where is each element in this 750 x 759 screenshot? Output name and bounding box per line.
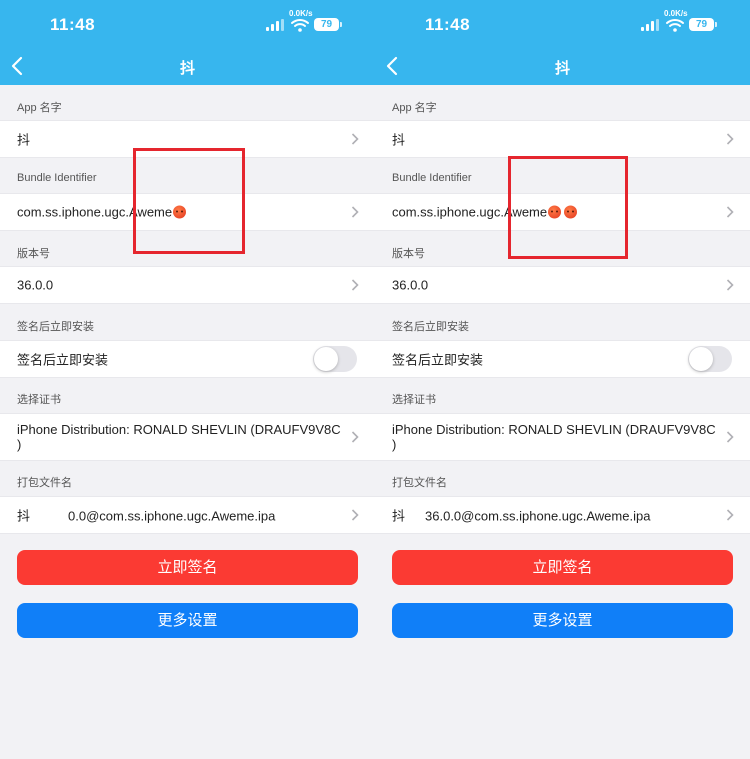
certificate-row[interactable]: iPhone Distribution: RONALD SHEVLIN (DRA… — [375, 413, 750, 461]
bundle-identifier-row[interactable]: com.ss.iphone.ugc.Aweme — [0, 193, 375, 231]
nav-bar: 抖 — [375, 48, 750, 85]
package-filename-text: 0.0@com.ss.iphone.ugc.Aweme.ipa — [68, 508, 276, 524]
page-title: 抖 — [179, 60, 195, 77]
install-after-sign-row: 签名后立即安装 — [0, 340, 375, 378]
install-after-sign-label: 签名后立即安装 — [17, 321, 94, 333]
angry-face-icon — [548, 205, 562, 219]
certificate-label: 选择证书 — [17, 394, 61, 406]
package-filename-prefix: 抖 — [17, 508, 31, 524]
sign-now-button[interactable]: 立即签名 — [17, 550, 358, 585]
install-after-sign-toggle[interactable] — [688, 346, 732, 372]
package-filename-value: 抖 36.0.0@com.ss.iphone.ugc.Aweme.ipa — [392, 506, 650, 525]
version-value: 36.0.0 — [392, 277, 429, 293]
chevron-right-icon — [726, 431, 734, 443]
toggle-knob — [689, 347, 713, 371]
bundle-identifier-text: com.ss.iphone.ugc.Aweme — [17, 204, 173, 220]
install-after-sign-text: 签名后立即安装 — [392, 352, 484, 368]
version-label: 版本号 — [17, 248, 50, 260]
bundle-identifier-row[interactable]: com.ss.iphone.ugc.Aweme — [375, 193, 750, 231]
install-after-sign-toggle[interactable] — [313, 346, 357, 372]
install-after-sign-row: 签名后立即安装 — [375, 340, 750, 378]
package-filename-label: 打包文件名 — [17, 477, 72, 489]
page-title: 抖 — [554, 60, 570, 77]
certificate-value: iPhone Distribution: RONALD SHEVLIN (DRA… — [17, 422, 341, 452]
install-after-sign-label: 签名后立即安装 — [392, 321, 469, 333]
version-value: 36.0.0 — [17, 277, 54, 293]
more-settings-button[interactable]: 更多设置 — [17, 603, 358, 638]
chevron-right-icon — [726, 206, 734, 218]
chevron-right-icon — [351, 509, 359, 521]
chevron-right-icon — [726, 279, 734, 291]
status-bar: 11:48 0.0K/s 79 — [375, 0, 750, 48]
install-after-sign-text: 签名后立即安装 — [17, 352, 109, 368]
chevron-right-icon — [726, 509, 734, 521]
bundle-identifier-value: com.ss.iphone.ugc.Aweme — [17, 204, 187, 220]
battery-icon: 79 — [314, 18, 342, 31]
version-row[interactable]: 36.0.0 — [0, 266, 375, 304]
network-speed: 0.0K/s — [289, 9, 313, 18]
cellular-signal-icon — [641, 19, 659, 31]
certificate-row[interactable]: iPhone Distribution: RONALD SHEVLIN (DRA… — [0, 413, 375, 461]
app-name-row[interactable]: 抖 — [375, 120, 750, 158]
certificate-label: 选择证书 — [392, 394, 436, 406]
phone-screen-right: 11:48 0.0K/s 79 抖 App 名字 抖 Bundle Identi… — [375, 0, 750, 759]
chevron-right-icon — [351, 431, 359, 443]
angry-face-icon — [564, 205, 578, 219]
app-name-label: App 名字 — [17, 102, 62, 114]
app-name-row[interactable]: 抖 — [0, 120, 375, 158]
chevron-right-icon — [351, 206, 359, 218]
chevron-right-icon — [726, 133, 734, 145]
app-name-label: App 名字 — [392, 102, 437, 114]
more-settings-button[interactable]: 更多设置 — [392, 603, 733, 638]
battery-icon: 79 — [689, 18, 717, 31]
wifi-icon — [666, 19, 684, 32]
chevron-right-icon — [351, 133, 359, 145]
version-label: 版本号 — [392, 248, 425, 260]
package-filename-prefix: 抖 — [392, 508, 406, 524]
version-row[interactable]: 36.0.0 — [375, 266, 750, 304]
status-time: 11:48 — [50, 15, 96, 34]
nav-bar: 抖 — [0, 48, 375, 85]
certificate-value: iPhone Distribution: RONALD SHEVLIN (DRA… — [392, 422, 716, 452]
angry-face-icon — [173, 205, 187, 219]
toggle-knob — [314, 347, 338, 371]
bundle-identifier-label: Bundle Identifier — [17, 172, 97, 184]
wifi-icon — [291, 19, 309, 32]
app-name-value: 抖 — [392, 132, 406, 148]
bundle-identifier-text: com.ss.iphone.ugc.Aweme — [392, 204, 548, 220]
phone-screen-left: 11:48 0.0K/s 79 抖 App 名字 抖 Bundle Identi… — [0, 0, 375, 759]
network-speed: 0.0K/s — [664, 9, 688, 18]
app-name-value: 抖 — [17, 132, 31, 148]
cellular-signal-icon — [266, 19, 284, 31]
bundle-identifier-label: Bundle Identifier — [392, 172, 472, 184]
status-time: 11:48 — [425, 15, 471, 34]
package-filename-text: 36.0.0@com.ss.iphone.ugc.Aweme.ipa — [425, 508, 651, 524]
chevron-right-icon — [351, 279, 359, 291]
package-filename-label: 打包文件名 — [392, 477, 447, 489]
package-filename-value: 抖 0.0@com.ss.iphone.ugc.Aweme.ipa — [17, 506, 275, 525]
sign-now-button[interactable]: 立即签名 — [392, 550, 733, 585]
package-filename-row[interactable]: 抖 0.0@com.ss.iphone.ugc.Aweme.ipa — [0, 496, 375, 534]
package-filename-row[interactable]: 抖 36.0.0@com.ss.iphone.ugc.Aweme.ipa — [375, 496, 750, 534]
bundle-identifier-value: com.ss.iphone.ugc.Aweme — [392, 204, 578, 220]
status-bar: 11:48 0.0K/s 79 — [0, 0, 375, 48]
